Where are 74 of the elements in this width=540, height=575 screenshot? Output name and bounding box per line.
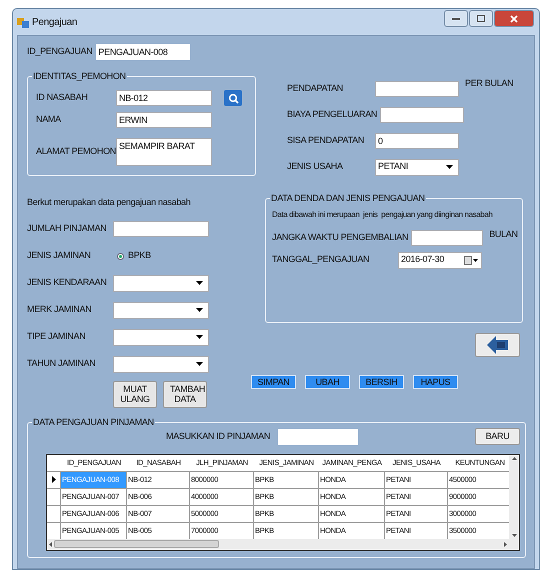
close-button[interactable] xyxy=(494,10,534,27)
dropdown-caret-icon xyxy=(196,281,203,285)
horizontal-scrollbar[interactable] xyxy=(47,538,519,550)
search-button[interactable] xyxy=(224,90,242,106)
form-button[interactable]: MUAT ULANG xyxy=(113,380,157,408)
group-title: DATA DENDA DAN JENIS PENGAJUAN xyxy=(270,192,426,204)
field-label: ID_PENGAJUAN xyxy=(27,45,92,58)
current-row-icon xyxy=(52,476,56,483)
text-field[interactable] xyxy=(380,107,464,123)
back-button[interactable] xyxy=(475,333,520,357)
group-title: IDENTITAS_PEMOHON xyxy=(32,70,127,82)
app-icon xyxy=(17,16,29,28)
dropdown-caret-icon xyxy=(196,335,203,339)
text-field[interactable] xyxy=(375,81,459,97)
calendar-icon xyxy=(464,256,478,264)
field-label: JENIS KENDARAAN xyxy=(27,276,108,290)
action-button[interactable]: BERSIH xyxy=(359,375,404,389)
maximize-icon xyxy=(477,15,485,22)
scroll-thumb[interactable] xyxy=(54,540,219,548)
close-icon xyxy=(510,14,518,22)
field-label: TANGGAL_PENGAJUAN xyxy=(272,253,370,266)
field-label: JENIS USAHA xyxy=(287,160,344,174)
scroll-left-icon xyxy=(49,542,52,546)
field-label: PENDAPATAN xyxy=(287,82,344,96)
text-field[interactable] xyxy=(278,428,358,444)
section-note: Berkut merupakan data pengajuan nasabah xyxy=(27,196,192,209)
address-field[interactable]: SEMAMPIR BARAT xyxy=(116,138,212,166)
back-arrow-icon xyxy=(486,336,508,354)
field-label: ALAMAT PEMOHON xyxy=(36,145,116,158)
field-label: TIPE JAMINAN xyxy=(27,330,86,344)
field-label: JANGKA WAKTU PENGEMBALIAN xyxy=(272,231,410,244)
search-icon xyxy=(228,92,238,104)
field-label: TAHUN JAMINAN xyxy=(27,357,96,370)
dropdown[interactable] xyxy=(113,302,209,318)
minimize-icon xyxy=(452,17,460,20)
field-label: ID NASABAH xyxy=(36,91,89,104)
dropdown-caret-icon xyxy=(196,308,203,312)
field-label: SISA PENDAPATAN xyxy=(287,134,366,148)
action-button[interactable]: UBAH xyxy=(305,375,350,389)
field-label: JUMLAH PINJAMAN xyxy=(27,222,108,236)
scroll-down-icon xyxy=(512,534,516,536)
vertical-scrollbar[interactable] xyxy=(509,454,519,538)
text-field[interactable] xyxy=(113,221,209,237)
dropdown-caret-icon xyxy=(196,362,203,366)
text-field[interactable]: ERWIN xyxy=(116,112,212,128)
new-button[interactable]: BARU xyxy=(475,428,520,445)
section-note: Data dibawah ini merupaan jenis pengajuan yang diinginan nasabah xyxy=(272,209,494,221)
group-title: DATA PENGAJUAN PINJAMAN xyxy=(32,416,155,428)
dropdown[interactable] xyxy=(113,328,209,346)
action-button[interactable]: HAPUS xyxy=(413,375,458,389)
text-field[interactable]: 0 xyxy=(375,133,459,149)
dropdown[interactable]: PETANI xyxy=(375,158,459,176)
window-title: Pengajuan xyxy=(32,16,78,30)
field-label: BIAYA PENGELUARAN xyxy=(287,108,378,122)
field-label: NAMA xyxy=(36,113,62,126)
unit-label: PER BULAN xyxy=(465,77,514,90)
field-label: MERK JAMINAN xyxy=(27,303,92,316)
field-label: MASUKKAN ID PINJAMAN xyxy=(166,430,270,443)
action-button[interactable]: SIMPAN xyxy=(251,375,296,389)
dropdown[interactable] xyxy=(113,356,209,372)
text-field[interactable]: PENGAJUAN-008 xyxy=(96,44,190,60)
form-button[interactable]: TAMBAH DATA xyxy=(163,380,207,408)
text-field[interactable] xyxy=(411,230,484,246)
date-picker[interactable]: 2016-07-30 xyxy=(398,252,482,268)
text-field[interactable]: NB-012 xyxy=(116,90,212,106)
dropdown[interactable] xyxy=(113,274,209,292)
dropdown-caret-icon xyxy=(446,165,453,169)
maximize-button[interactable] xyxy=(469,10,493,27)
scroll-right-icon xyxy=(504,542,507,546)
minimize-button[interactable] xyxy=(444,10,468,27)
unit-label: BULAN xyxy=(489,228,518,241)
scroll-up-icon xyxy=(512,456,516,460)
radio-option[interactable]: BPKB xyxy=(113,249,151,263)
field-label: JENIS JAMINAN xyxy=(27,249,92,262)
